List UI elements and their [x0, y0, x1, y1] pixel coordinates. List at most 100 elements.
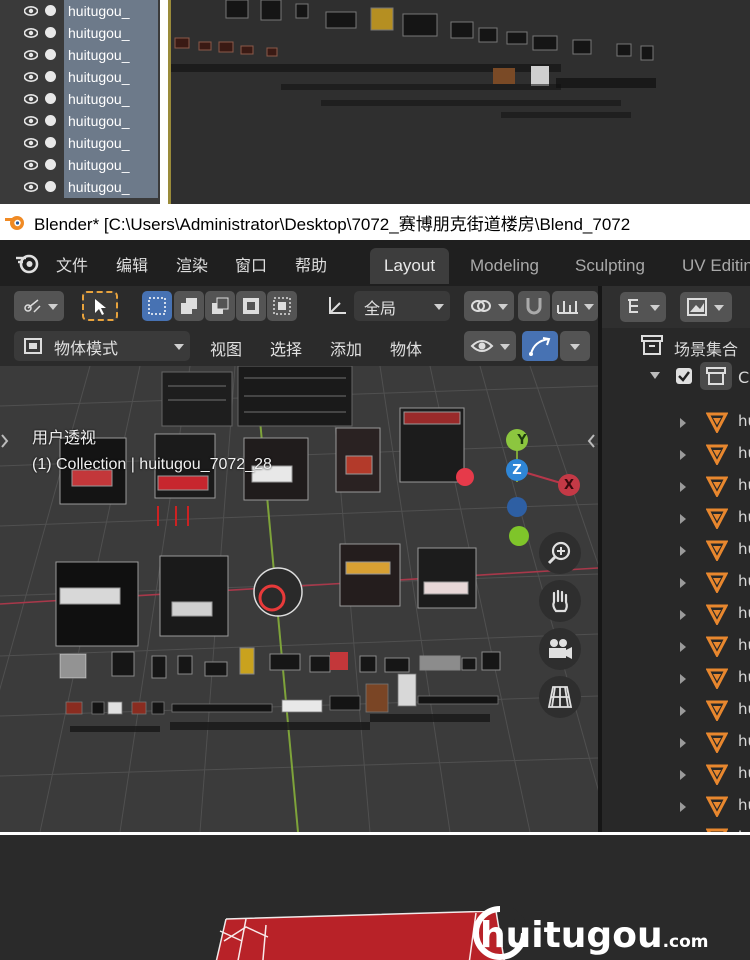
gizmo-y-label[interactable]: Y: [511, 433, 533, 449]
menu-edit[interactable]: 编辑: [116, 252, 148, 276]
eye-icon[interactable]: [24, 92, 38, 106]
eye-icon[interactable]: [24, 26, 38, 40]
outliner-object-row[interactable]: hu: [602, 502, 750, 534]
outliner-item-name[interactable]: huitugou_: [64, 44, 158, 66]
eye-icon[interactable]: [24, 48, 38, 62]
outliner-object-row[interactable]: hu: [602, 662, 750, 694]
menu-render[interactable]: 渲染: [176, 252, 208, 276]
menu-add[interactable]: 添加: [330, 336, 362, 360]
expand-triangle-icon[interactable]: [680, 802, 686, 812]
outliner-row[interactable]: huitugou_: [0, 110, 160, 132]
collection-icon-box[interactable]: [700, 362, 732, 390]
eye-icon[interactable]: [24, 158, 38, 172]
tab-layout[interactable]: Layout: [370, 248, 450, 284]
eye-icon[interactable]: [24, 70, 38, 84]
outliner-row[interactable]: huitugou_: [0, 88, 160, 110]
outliner-item-name[interactable]: huitugou_: [64, 0, 158, 22]
outliner-object-row[interactable]: hu: [602, 630, 750, 662]
outliner-item-name[interactable]: huitugou_: [64, 176, 158, 198]
gizmo-x-label[interactable]: X: [558, 478, 580, 494]
render-dot-icon[interactable]: [45, 71, 56, 82]
tab-uv-editing[interactable]: UV Editing: [668, 248, 750, 284]
outliner-object-row[interactable]: hu: [602, 438, 750, 470]
outliner-row[interactable]: huitugou_: [0, 0, 160, 22]
expand-triangle-icon[interactable]: [680, 770, 686, 780]
eye-icon[interactable]: [24, 180, 38, 194]
menu-help[interactable]: 帮助: [295, 252, 327, 276]
outliner-row[interactable]: huitugou_: [0, 66, 160, 88]
outliner-row[interactable]: huitugou_: [0, 154, 160, 176]
expand-triangle-icon[interactable]: [680, 418, 686, 428]
object-mode-dropdown[interactable]: 物体模式: [14, 331, 190, 361]
expand-triangle-icon[interactable]: [680, 738, 686, 748]
outliner-item-name[interactable]: huitugou_: [64, 66, 158, 88]
outliner-object-row[interactable]: hu: [602, 598, 750, 630]
expand-triangle-icon[interactable]: [680, 674, 686, 684]
render-dot-icon[interactable]: [45, 49, 56, 60]
render-dot-icon[interactable]: [45, 27, 56, 38]
expand-triangle-icon[interactable]: [680, 578, 686, 588]
outliner-object-row[interactable]: hu: [602, 758, 750, 790]
menu-view[interactable]: 视图: [210, 336, 242, 360]
transform-pivot-button[interactable]: [14, 291, 64, 321]
select-box-new-button[interactable]: [142, 291, 172, 321]
outliner-object-row[interactable]: hu: [602, 406, 750, 438]
outliner-object-row[interactable]: hu: [602, 534, 750, 566]
render-dot-icon[interactable]: [45, 159, 56, 170]
outliner-object-row[interactable]: hu: [602, 790, 750, 822]
filter-dropdown[interactable]: [680, 292, 732, 322]
select-box-subtract-button[interactable]: [205, 291, 235, 321]
expand-triangle-icon[interactable]: [680, 482, 686, 492]
gizmo-toggle-button[interactable]: [522, 331, 558, 361]
select-box-intersect-button[interactable]: [267, 291, 297, 321]
menu-file[interactable]: 文件: [56, 252, 88, 276]
expand-triangle-icon[interactable]: [680, 450, 686, 460]
select-box-invert-button[interactable]: [236, 291, 266, 321]
snap-target-button[interactable]: [464, 291, 514, 321]
snap-toggle-button[interactable]: [518, 291, 550, 321]
render-dot-icon[interactable]: [45, 181, 56, 192]
transform-orientation-dropdown[interactable]: 全局: [354, 291, 450, 321]
pan-button[interactable]: [539, 580, 581, 622]
eye-icon[interactable]: [24, 136, 38, 150]
collection-label[interactable]: C: [738, 368, 749, 387]
toolbar-expand-icon[interactable]: [0, 432, 10, 450]
menu-select[interactable]: 选择: [270, 336, 302, 360]
tab-sculpting[interactable]: Sculpting: [561, 248, 659, 284]
scene-collection-label[interactable]: 场景集合: [674, 336, 738, 360]
expand-triangle-icon[interactable]: [680, 546, 686, 556]
camera-view-button[interactable]: [539, 628, 581, 670]
3d-viewport[interactable]: 全局 物体模式 视图 选择 添加 物体 用户透视 (1) Collection …: [0, 286, 598, 832]
outliner-item-name[interactable]: huitugou_: [64, 22, 158, 44]
eye-icon[interactable]: [24, 4, 38, 18]
gizmo-dropdown[interactable]: [560, 331, 590, 361]
outliner-row[interactable]: huitugou_: [0, 176, 160, 198]
render-dot-icon[interactable]: [45, 115, 56, 126]
gizmo-z-label[interactable]: Z: [506, 463, 528, 479]
ortho-toggle-button[interactable]: [539, 676, 581, 718]
outliner-object-row[interactable]: hu: [602, 566, 750, 598]
render-dot-icon[interactable]: [45, 5, 56, 16]
snap-increment-button[interactable]: [552, 291, 598, 321]
outliner-item-name[interactable]: huitugou_: [64, 88, 158, 110]
outliner-item-name[interactable]: huitugou_: [64, 110, 158, 132]
outliner-object-row[interactable]: hu: [602, 694, 750, 726]
expand-triangle-icon[interactable]: [680, 610, 686, 620]
outliner-row[interactable]: huitugou_: [0, 132, 160, 154]
outliner-item-name[interactable]: huitugou_: [64, 132, 158, 154]
collection-checkbox[interactable]: [676, 368, 692, 384]
expand-triangle-icon[interactable]: [680, 706, 686, 716]
expand-triangle-icon[interactable]: [680, 642, 686, 652]
select-box-extend-button[interactable]: [174, 291, 204, 321]
visibility-dropdown[interactable]: [464, 331, 516, 361]
tab-modeling[interactable]: Modeling: [456, 248, 553, 284]
outliner-item-name[interactable]: huitugou_: [64, 154, 158, 176]
outliner-object-row[interactable]: hu: [602, 470, 750, 502]
menu-object[interactable]: 物体: [390, 336, 422, 360]
collapse-triangle-icon[interactable]: [650, 372, 660, 379]
render-dot-icon[interactable]: [45, 137, 56, 148]
outliner-object-row[interactable]: hu: [602, 822, 750, 832]
display-mode-dropdown[interactable]: [620, 292, 666, 322]
menu-window[interactable]: 窗口: [235, 252, 267, 276]
eye-icon[interactable]: [24, 114, 38, 128]
